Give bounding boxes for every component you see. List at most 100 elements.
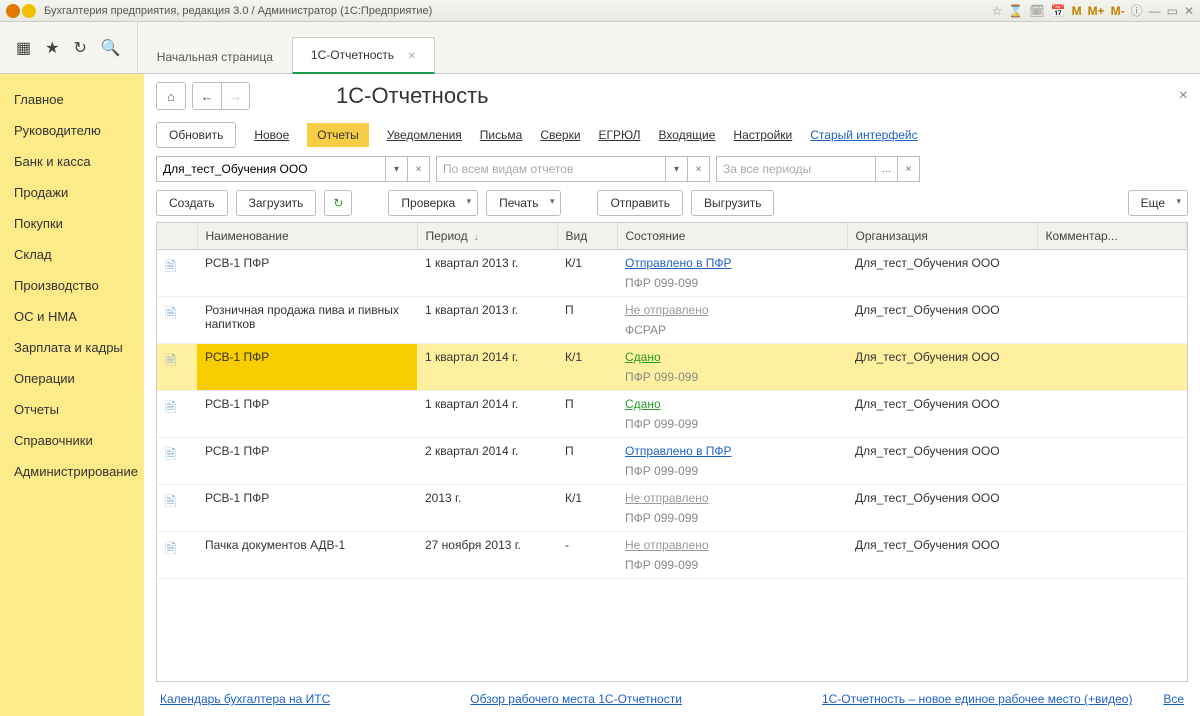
unload-button[interactable]: Выгрузить xyxy=(691,190,775,216)
org-clear-icon[interactable]: × xyxy=(408,156,430,182)
sidebar: ГлавноеРуководителюБанк и кассаПродажиПо… xyxy=(0,74,144,716)
document-icon: 🗎 xyxy=(165,305,176,321)
menu-checks[interactable]: Сверки xyxy=(540,128,580,142)
sidebar-item[interactable]: Руководителю xyxy=(0,115,144,146)
state-link[interactable]: Отправлено в ПФР xyxy=(625,444,839,458)
filter-type: ▾ × xyxy=(436,156,710,182)
cell-comment xyxy=(1037,532,1187,579)
table-row[interactable]: 🗎РСВ-1 ПФР1 квартал 2014 г.К/1СданоПФР 0… xyxy=(157,344,1187,391)
sidebar-item[interactable]: Склад xyxy=(0,239,144,270)
footer-all[interactable]: Все xyxy=(1163,692,1184,706)
state-link[interactable]: Не отправлено xyxy=(625,303,839,317)
table-row[interactable]: 🗎РСВ-1 ПФР1 квартал 2014 г.ПСданоПФР 099… xyxy=(157,391,1187,438)
refresh-button[interactable]: Обновить xyxy=(156,122,236,148)
sidebar-item[interactable]: Справочники xyxy=(0,425,144,456)
menu-incoming[interactable]: Входящие xyxy=(659,128,716,142)
menu-reports[interactable]: Отчеты xyxy=(307,123,368,147)
sidebar-item[interactable]: Производство xyxy=(0,270,144,301)
col-icon[interactable] xyxy=(157,223,197,250)
col-org[interactable]: Организация xyxy=(847,223,1037,250)
create-button[interactable]: Создать xyxy=(156,190,228,216)
star-icon[interactable]: ★ xyxy=(45,38,59,58)
sidebar-item[interactable]: Продажи xyxy=(0,177,144,208)
maximize-icon[interactable]: ▭ xyxy=(1167,4,1178,18)
forward-button[interactable]: → xyxy=(221,83,249,109)
sys-icon[interactable]: ☆ xyxy=(992,4,1003,18)
menu-settings[interactable]: Настройки xyxy=(733,128,792,142)
send-button[interactable]: Отправить xyxy=(597,190,683,216)
close-icon[interactable]: ✕ xyxy=(1184,4,1194,18)
footer-calendar[interactable]: Календарь бухгалтера на ИТС xyxy=(160,692,330,706)
history-icon[interactable]: ↻ xyxy=(73,38,86,58)
period-picker-icon[interactable]: … xyxy=(876,156,898,182)
period-clear-icon[interactable]: × xyxy=(898,156,920,182)
table-row[interactable]: 🗎Розничная продажа пива и пивных напитко… xyxy=(157,297,1187,344)
sys-m[interactable]: M xyxy=(1072,4,1082,18)
menu-letters[interactable]: Письма xyxy=(480,128,523,142)
cell-state: СданоПФР 099-099 xyxy=(617,391,847,438)
document-icon: 🗎 xyxy=(165,258,176,274)
state-link[interactable]: Сдано xyxy=(625,397,839,411)
table-row[interactable]: 🗎РСВ-1 ПФР1 квартал 2013 г.К/1Отправлено… xyxy=(157,250,1187,297)
sidebar-item[interactable]: Банк и касса xyxy=(0,146,144,177)
sidebar-item[interactable]: Главное xyxy=(0,84,144,115)
type-dropdown-icon[interactable]: ▾ xyxy=(666,156,688,182)
tab-reports[interactable]: 1С-Отчетность ✕ xyxy=(292,37,435,74)
footer-overview[interactable]: Обзор рабочего места 1С-Отчетности xyxy=(470,692,682,706)
state-link[interactable]: Не отправлено xyxy=(625,491,839,505)
check-button[interactable]: Проверка xyxy=(388,190,478,216)
print-button[interactable]: Печать xyxy=(486,190,561,216)
state-link[interactable]: Сдано xyxy=(625,350,839,364)
reload-icon-button[interactable]: ↻ xyxy=(324,190,352,216)
state-sub: ФСРАР xyxy=(625,323,839,337)
sys-m-plus[interactable]: M+ xyxy=(1088,4,1105,18)
tab-close-icon[interactable]: ✕ xyxy=(408,51,416,62)
load-button[interactable]: Загрузить xyxy=(236,190,317,216)
cell-comment xyxy=(1037,391,1187,438)
sys-m-minus[interactable]: M- xyxy=(1111,4,1125,18)
sys-icon[interactable]: 📅 xyxy=(1051,4,1066,18)
org-input[interactable] xyxy=(156,156,386,182)
apps-icon[interactable]: ▦ xyxy=(16,38,31,58)
type-input[interactable] xyxy=(436,156,666,182)
sidebar-item[interactable]: Покупки xyxy=(0,208,144,239)
table-row[interactable]: 🗎РСВ-1 ПФР2013 г.К/1Не отправленоПФР 099… xyxy=(157,485,1187,532)
table-row[interactable]: 🗎Пачка документов АДВ-127 ноября 2013 г.… xyxy=(157,532,1187,579)
sidebar-item[interactable]: Операции xyxy=(0,363,144,394)
col-name[interactable]: Наименование xyxy=(197,223,417,250)
menu-notifications[interactable]: Уведомления xyxy=(387,128,462,142)
more-button[interactable]: Еще xyxy=(1128,190,1188,216)
type-clear-icon[interactable]: × xyxy=(688,156,710,182)
sys-icon[interactable]: 🗓 xyxy=(1029,4,1044,18)
tab-home[interactable]: Начальная страница xyxy=(138,39,292,74)
back-button[interactable]: ← xyxy=(193,83,221,109)
info-icon[interactable]: ⓘ xyxy=(1131,2,1143,19)
col-comment[interactable]: Комментар... xyxy=(1037,223,1187,250)
col-kind[interactable]: Вид xyxy=(557,223,617,250)
sidebar-item[interactable]: Администрирование xyxy=(0,456,144,487)
sidebar-item[interactable]: Зарплата и кадры xyxy=(0,332,144,363)
menu-egrul[interactable]: ЕГРЮЛ xyxy=(599,128,641,142)
minimize-icon[interactable]: — xyxy=(1149,4,1161,18)
period-input[interactable] xyxy=(716,156,876,182)
state-link[interactable]: Не отправлено xyxy=(625,538,839,552)
cell-name: РСВ-1 ПФР xyxy=(197,344,417,391)
menu-new[interactable]: Новое xyxy=(254,128,289,142)
col-state[interactable]: Состояние xyxy=(617,223,847,250)
sidebar-item[interactable]: Отчеты xyxy=(0,394,144,425)
col-period[interactable]: Период↓ xyxy=(417,223,557,250)
window-tabs: Начальная страница 1С-Отчетность ✕ xyxy=(138,22,435,73)
cell-period: 1 квартал 2013 г. xyxy=(417,297,557,344)
table-row[interactable]: 🗎РСВ-1 ПФР2 квартал 2014 г.ПОтправлено в… xyxy=(157,438,1187,485)
page-close-icon[interactable]: × xyxy=(1179,87,1188,105)
state-link[interactable]: Отправлено в ПФР xyxy=(625,256,839,270)
search-icon[interactable]: 🔍 xyxy=(101,38,121,58)
sys-icon[interactable]: ⌛ xyxy=(1008,4,1023,18)
sidebar-item[interactable]: ОС и НМА xyxy=(0,301,144,332)
footer-workspace[interactable]: 1С-Отчетность – новое единое рабочее мес… xyxy=(822,692,1133,706)
org-dropdown-icon[interactable]: ▾ xyxy=(386,156,408,182)
menu-old-ui[interactable]: Старый интерфейс xyxy=(810,128,917,142)
home-button[interactable]: ⌂ xyxy=(157,83,185,109)
cell-org: Для_тест_Обучения ООО xyxy=(847,438,1037,485)
cell-period: 1 квартал 2013 г. xyxy=(417,250,557,297)
